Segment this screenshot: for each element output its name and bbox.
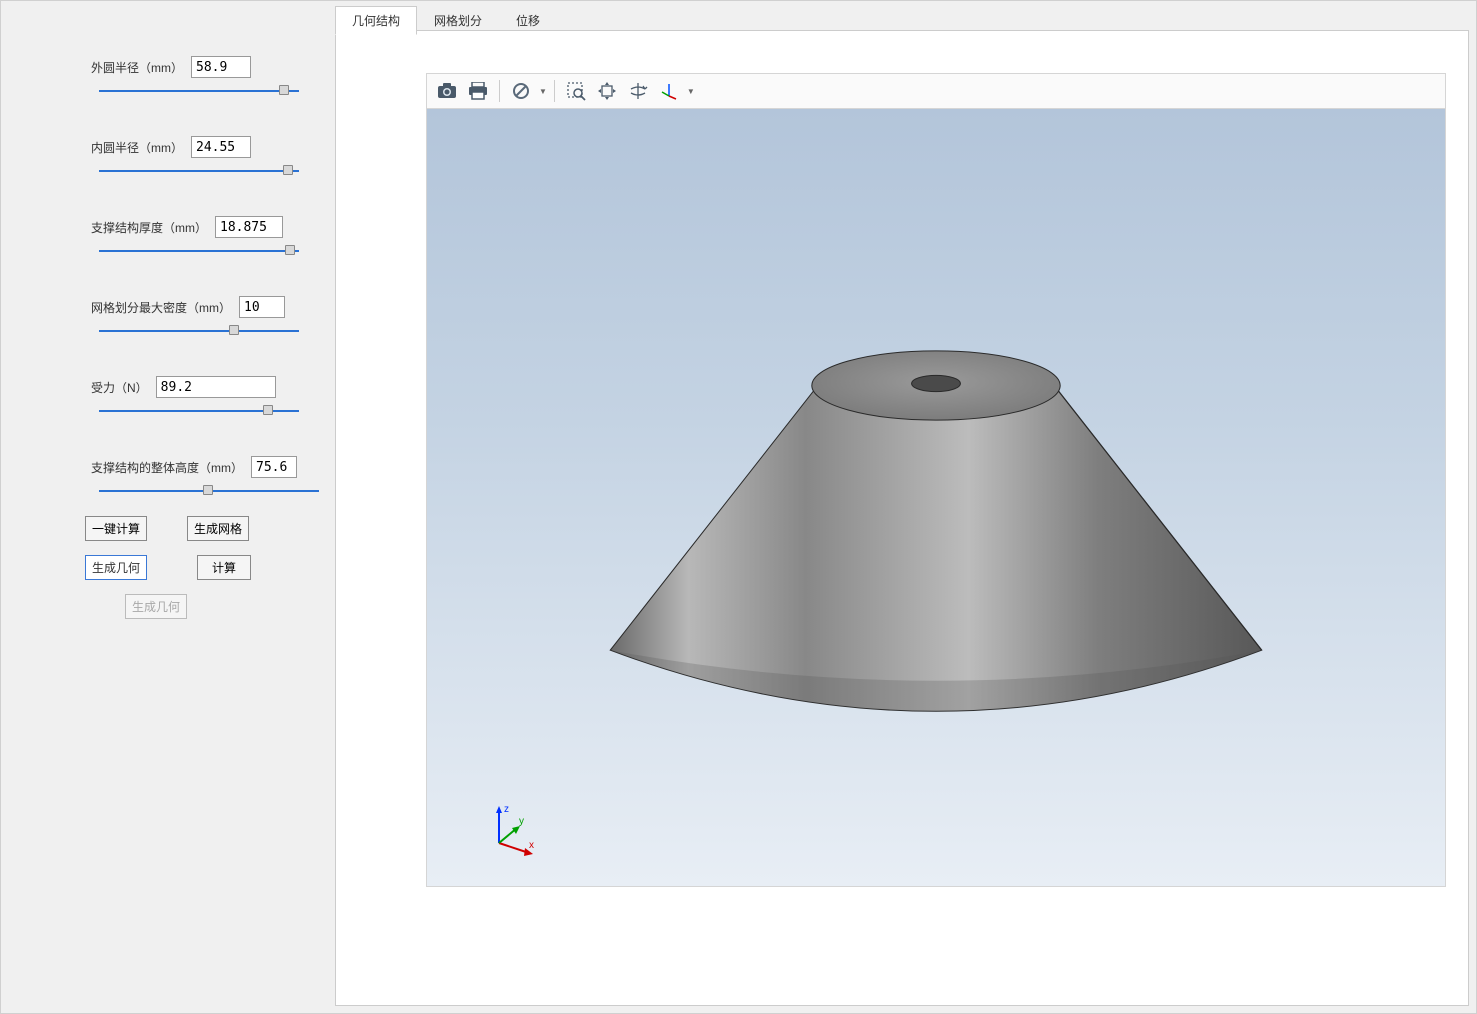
outer-radius-slider[interactable] [99, 84, 299, 98]
viewport-toolbar: ▼ ▼ [426, 73, 1446, 109]
content-area: 几何结构 网格划分 位移 ▼ [331, 2, 1475, 1012]
3d-viewport[interactable]: z x y [426, 109, 1446, 887]
calculate-button[interactable]: 计算 [197, 555, 251, 580]
app-window: 外圆半径（mm） 内圆半径（mm） 支撑结构厚度（mm） [0, 0, 1477, 1014]
param-inner-radius: 内圆半径（mm） [91, 136, 301, 178]
cone-model [427, 109, 1445, 886]
param-height: 支撑结构的整体高度（mm） [91, 456, 301, 498]
param-label: 受力（N） [91, 379, 148, 396]
param-label: 网格划分最大密度（mm） [91, 299, 231, 316]
dropdown-arrow-icon[interactable]: ▼ [687, 87, 695, 96]
zoom-select-icon[interactable] [562, 77, 590, 105]
param-thickness: 支撑结构厚度（mm） [91, 216, 301, 258]
force-slider[interactable] [99, 404, 299, 418]
generate-geometry-disabled-button: 生成几何 [125, 594, 187, 619]
generate-geometry-button[interactable]: 生成几何 [85, 555, 147, 580]
axis-y-label: y [519, 816, 524, 827]
mesh-density-input[interactable] [239, 296, 285, 318]
toolbar-separator [554, 80, 555, 102]
param-force: 受力（N） [91, 376, 301, 418]
rotate-3d-icon[interactable] [624, 77, 652, 105]
dropdown-arrow-icon[interactable]: ▼ [539, 87, 547, 96]
axis-x-label: x [529, 840, 534, 851]
force-input[interactable] [156, 376, 276, 398]
one-click-calc-button[interactable]: 一键计算 [85, 516, 147, 541]
generate-mesh-button[interactable]: 生成网格 [187, 516, 249, 541]
circle-slash-icon[interactable] [507, 77, 535, 105]
param-label: 支撑结构厚度（mm） [91, 219, 207, 236]
move-all-icon[interactable] [593, 77, 621, 105]
param-label: 外圆半径（mm） [91, 59, 183, 76]
param-label: 支撑结构的整体高度（mm） [91, 459, 243, 476]
outer-radius-input[interactable] [191, 56, 251, 78]
axis-gizmo: z x y [479, 798, 539, 858]
tab-content: ▼ ▼ [335, 30, 1469, 1006]
height-slider[interactable] [99, 484, 319, 498]
axis-toggle-icon[interactable] [655, 77, 683, 105]
height-input[interactable] [251, 456, 297, 478]
print-icon[interactable] [464, 77, 492, 105]
inner-radius-input[interactable] [191, 136, 251, 158]
axis-z-label: z [504, 804, 509, 815]
inner-radius-slider[interactable] [99, 164, 299, 178]
param-outer-radius: 外圆半径（mm） [91, 56, 301, 98]
thickness-input[interactable] [215, 216, 283, 238]
camera-icon[interactable] [433, 77, 461, 105]
sidebar-panel: 外圆半径（mm） 内圆半径（mm） 支撑结构厚度（mm） [1, 1, 331, 1013]
thickness-slider[interactable] [99, 244, 299, 258]
param-mesh-density: 网格划分最大密度（mm） [91, 296, 301, 338]
param-label: 内圆半径（mm） [91, 139, 183, 156]
toolbar-separator [499, 80, 500, 102]
tab-geometry[interactable]: 几何结构 [335, 6, 417, 35]
mesh-density-slider[interactable] [99, 324, 299, 338]
